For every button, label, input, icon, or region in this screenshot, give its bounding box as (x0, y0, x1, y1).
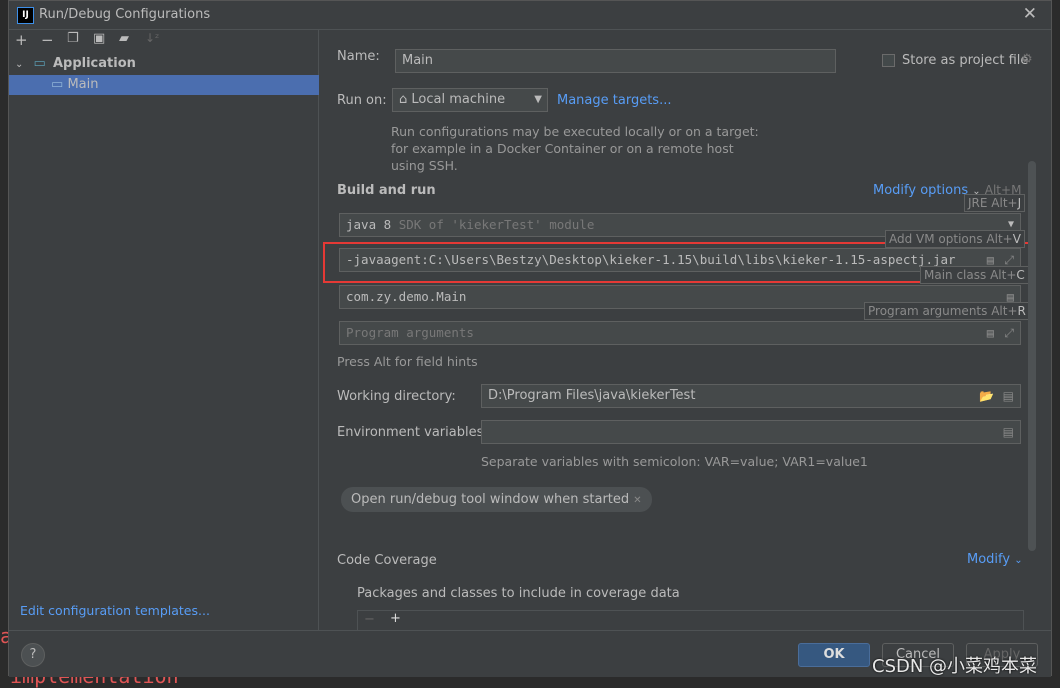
tooltip-jre: JRE Alt+J (964, 194, 1026, 212)
store-project-checkbox[interactable] (882, 54, 895, 67)
run-debug-dialog: IJ Run/Debug Configurations ✕ + − ❐ ▣ ▰ … (8, 0, 1052, 677)
plus-icon[interactable]: + (390, 611, 401, 626)
packages-label: Packages and classes to include in cover… (357, 586, 680, 601)
edit-templates-link[interactable]: Edit configuration templates... (20, 603, 210, 618)
chevron-down-icon: ⌄ (15, 59, 24, 70)
application-icon: ▭ (51, 77, 64, 92)
tooltip-program-args: Program arguments Alt+R (864, 302, 1030, 320)
scrollbar[interactable] (1028, 161, 1036, 551)
open-tool-window-chip[interactable]: Open run/debug tool window when started … (341, 487, 652, 512)
manage-targets-link[interactable]: Manage targets... (557, 93, 671, 108)
save-icon[interactable]: ▣ (93, 31, 105, 46)
application-icon: ▭ (33, 56, 46, 71)
tree-item-main[interactable]: ▭ Main (9, 75, 319, 95)
folder-add-icon[interactable]: ▰ (119, 31, 129, 46)
run-on-hint: Run configurations may be executed local… (391, 124, 759, 173)
code-coverage-heading: Code Coverage (337, 553, 437, 568)
env-hint: Separate variables with semicolon: VAR=v… (481, 454, 868, 469)
modify-link[interactable]: Modify (967, 552, 1010, 567)
app-logo: IJ (17, 7, 34, 24)
chevron-down-icon: ⌄ (1014, 555, 1023, 566)
help-button[interactable]: ? (21, 643, 45, 667)
tree-item-label: Main (67, 77, 99, 92)
working-dir-label: Working directory: (337, 389, 456, 404)
window-title: Run/Debug Configurations (39, 7, 211, 22)
watermark: CSDN @小菜鸡本菜 (872, 656, 1038, 677)
left-panel: + − ❐ ▣ ▰ ↓ᶻ ⌄ ▭ Application ▭ Main Edit… (9, 30, 319, 630)
plus-icon[interactable]: + (15, 31, 28, 49)
name-input[interactable]: Main (395, 49, 836, 73)
main-class-value: com.zy.demo.Main (346, 289, 467, 304)
copy-icon[interactable]: ❐ (67, 31, 79, 46)
chip-label: Open run/debug tool window when started (351, 492, 630, 507)
minus-icon[interactable]: − (364, 612, 375, 627)
dropdown-arrow-icon: ▼ (534, 94, 542, 105)
modify-options-link[interactable]: Modify options (873, 183, 968, 198)
tooltip-main-class: Main class Alt+C (920, 266, 1029, 284)
minus-icon[interactable]: − (41, 31, 54, 49)
home-icon: ⌂ (399, 92, 408, 107)
ok-button[interactable]: OK (798, 643, 870, 667)
field-hints-text: Press Alt for field hints (337, 354, 478, 369)
store-project-label: Store as project file (902, 53, 1029, 68)
env-label: Environment variables: (337, 425, 488, 440)
working-dir-value: D:\Program Files\java\kiekerTest (488, 388, 696, 403)
run-on-dropdown[interactable]: ⌂ Local machine ▼ (392, 88, 548, 112)
build-run-heading: Build and run (337, 183, 436, 198)
program-args-placeholder: Program arguments (346, 325, 474, 340)
tooltip-vm-options: Add VM options Alt+V (885, 230, 1025, 248)
gear-icon[interactable]: ⚙ (1021, 52, 1033, 67)
run-on-label: Run on: (337, 93, 387, 108)
close-icon[interactable]: ✕ (1023, 4, 1037, 24)
env-input[interactable]: ▤ (481, 420, 1021, 444)
list-icon[interactable]: ▤ (1003, 385, 1014, 407)
title-bar: IJ Run/Debug Configurations ✕ (9, 1, 1051, 30)
jre-hint: SDK of 'kiekerTest' module (398, 217, 595, 232)
tree-group-application[interactable]: ⌄ ▭ Application (9, 54, 319, 74)
jre-value: java 8 (346, 217, 392, 232)
name-label: Name: (337, 49, 380, 64)
expand-icon[interactable]: ⤢ (1004, 322, 1014, 344)
sort-icon[interactable]: ↓ᶻ (145, 31, 159, 45)
tree-group-label: Application (52, 56, 136, 71)
list-icon[interactable]: ▤ (1003, 421, 1014, 443)
close-icon[interactable]: ✕ (633, 495, 641, 506)
list-icon[interactable]: ▤ (987, 322, 994, 344)
packages-list: − + (357, 610, 1024, 630)
folder-icon[interactable]: 📂 (979, 385, 994, 407)
program-arguments-input[interactable]: Program arguments ▤ ⤢ (339, 321, 1021, 345)
working-dir-input[interactable]: D:\Program Files\java\kiekerTest 📂 ▤ (481, 384, 1021, 408)
run-on-value: Local machine (411, 92, 506, 107)
